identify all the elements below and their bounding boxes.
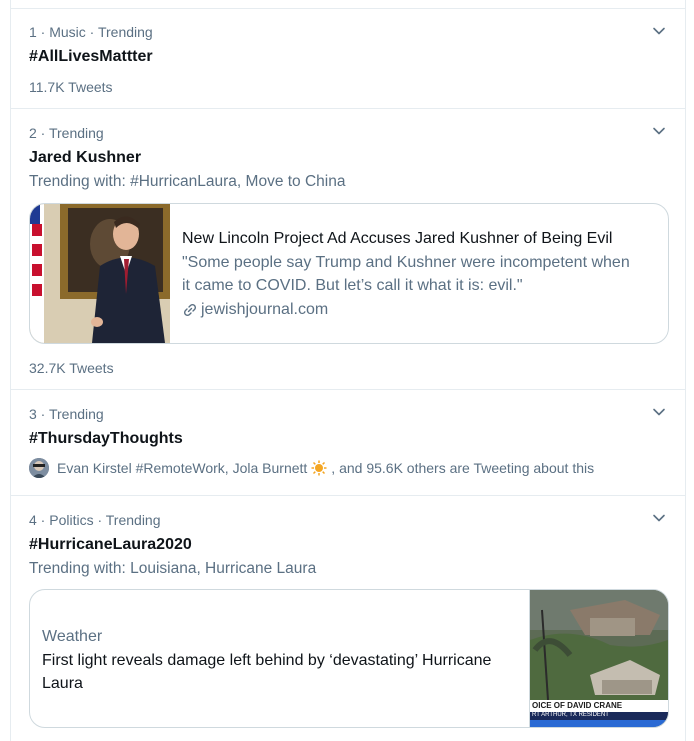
trend-title[interactable]: #HurricaneLaura2020 <box>29 536 192 554</box>
trend-item-2[interactable]: 2 · Trending Jared Kushner Trending with… <box>11 109 685 390</box>
trend-tweet-count: 32.7K Tweets <box>29 360 114 376</box>
trending-with: Trending with: #HurricanLaura, Move to C… <box>29 173 346 190</box>
article-thumbnail: OICE OF DAVID CRANE RT ARTHUR, TX RESIDE… <box>529 590 668 727</box>
trend-meta: 4 · Politics · Trending <box>29 512 161 528</box>
trend-tweet-count: 11.7K Tweets <box>29 79 113 95</box>
trend-item-4[interactable]: 4 · Politics · Trending #HurricaneLaura2… <box>11 496 685 741</box>
trend-meta: 2 · Trending <box>29 125 104 141</box>
article-headline-line: Laura <box>42 675 83 692</box>
thumbnail-caption: OICE OF DAVID CRANE <box>532 701 623 710</box>
chevron-down-icon[interactable] <box>651 404 667 420</box>
article-domain-row: jewishjournal.com <box>182 301 328 319</box>
trend-meta: 3 · Trending <box>29 406 104 422</box>
article-domain: jewishjournal.com <box>201 301 329 318</box>
trend-item-1[interactable]: 1 · Music · Trending #AllLivesMattter 11… <box>11 9 685 109</box>
tweeters-count: , and 95.6K others are Tweeting about th… <box>331 460 595 476</box>
trend-meta: 1 · Music · Trending <box>29 24 153 40</box>
article-description-line: "Some people say Trump and Kushner were … <box>182 254 630 271</box>
article-category: Weather <box>42 628 103 645</box>
chevron-down-icon[interactable] <box>651 23 667 39</box>
avatar <box>29 458 49 478</box>
article-headline-line: First light reveals damage left behind b… <box>42 652 492 669</box>
article-description-line: it came to COVID. But let’s call it what… <box>182 277 523 294</box>
article-card[interactable]: Weather First light reveals damage left … <box>29 589 669 728</box>
article-headline: New Lincoln Project Ad Accuses Jared Kus… <box>182 230 613 247</box>
tweeters-row: Evan Kirstel #RemoteWork, Jola Burnett ,… <box>29 458 594 478</box>
article-thumbnail <box>30 204 170 343</box>
trend-title[interactable]: #ThursdayThoughts <box>29 430 183 448</box>
trend-title[interactable]: #AllLivesMattter <box>29 48 153 66</box>
chevron-down-icon[interactable] <box>651 510 667 526</box>
trending-with: Trending with: Louisiana, Hurricane Laur… <box>29 560 317 577</box>
sun-emoji-icon <box>311 460 327 476</box>
link-icon <box>182 302 198 318</box>
article-card[interactable]: New Lincoln Project Ad Accuses Jared Kus… <box>29 203 669 344</box>
trend-title[interactable]: Jared Kushner <box>29 149 141 167</box>
chevron-down-icon[interactable] <box>651 123 667 139</box>
trends-feed: 1 · Music · Trending #AllLivesMattter 11… <box>10 0 686 741</box>
thumbnail-caption: RT ARTHUR, TX RESIDENT <box>532 712 609 718</box>
trend-item-3[interactable]: 3 · Trending #ThursdayThoughts Evan Kirs… <box>11 390 685 496</box>
tweeters-names: Evan Kirstel #RemoteWork, Jola Burnett <box>57 460 308 476</box>
